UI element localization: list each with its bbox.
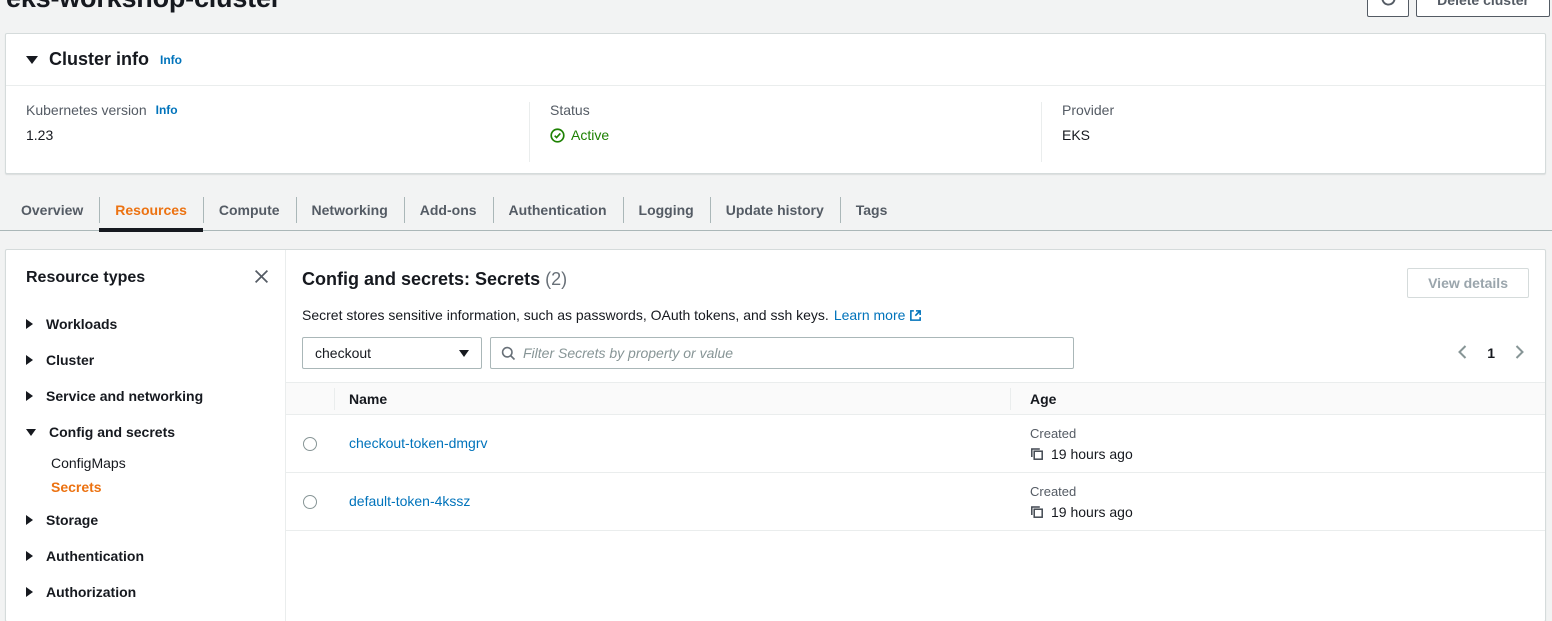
status-label: Status (550, 102, 1021, 118)
resource-types-title: Resource types (26, 269, 145, 287)
chevron-right-icon (26, 551, 33, 561)
resource-types-header: Resource types (26, 269, 269, 287)
current-page[interactable]: 1 (1487, 345, 1495, 361)
kubernetes-version-label: Kubernetes version Info (26, 102, 509, 118)
row-radio-button[interactable] (303, 495, 317, 509)
sidebar-item-configmaps[interactable]: ConfigMaps (51, 451, 269, 475)
header-actions: Delete cluster (1367, 0, 1550, 17)
cluster-info-title: Cluster info (49, 49, 149, 70)
chevron-right-icon (26, 319, 33, 329)
status-text: Active (571, 127, 609, 143)
cluster-info-body: Kubernetes version Info 1.23 Status Acti… (6, 86, 1545, 162)
refresh-icon (1380, 0, 1397, 10)
tab-compute[interactable]: Compute (203, 189, 296, 230)
close-icon (254, 269, 269, 287)
close-sidebar-button[interactable] (254, 269, 269, 287)
config-and-secrets-children: ConfigMaps Secrets (26, 450, 269, 502)
search-box (490, 337, 1074, 369)
copy-icon[interactable] (1030, 505, 1044, 519)
created-label: Created (1030, 426, 1545, 441)
kubernetes-version-field: Kubernetes version Info 1.23 (6, 102, 529, 162)
chevron-right-icon (26, 515, 33, 525)
table-row: default-token-4kssz Created 19 hours (286, 473, 1545, 531)
secret-name-link[interactable]: checkout-token-dmgrv (349, 435, 488, 451)
tab-tags[interactable]: Tags (840, 189, 904, 230)
name-column-header[interactable]: Name (334, 391, 1010, 407)
page-title: eks-workshop-cluster (6, 0, 281, 14)
status-active-icon (550, 128, 565, 143)
secrets-table: Name Age checkout-token-dmgrv Created (286, 382, 1545, 531)
secrets-count: (2) (545, 269, 567, 289)
resource-types-sidebar: Resource types Workloads Cluster (6, 250, 286, 621)
dropdown-selected-value: checkout (315, 345, 371, 361)
pagination: 1 (1457, 345, 1529, 362)
chevron-right-icon (26, 355, 33, 365)
age-column-header[interactable]: Age (1010, 391, 1545, 407)
sidebar-item-service-and-networking[interactable]: Service and networking (26, 378, 269, 414)
secrets-header-row: Config and secrets: Secrets (2) View det… (302, 268, 1529, 298)
created-label: Created (1030, 484, 1545, 499)
chevron-down-icon (26, 429, 36, 436)
external-link-icon (909, 309, 922, 325)
copy-icon[interactable] (1030, 447, 1044, 461)
cluster-tabs: Overview Resources Compute Networking Ad… (0, 189, 1552, 231)
row-radio-button[interactable] (303, 437, 317, 451)
tab-logging[interactable]: Logging (623, 189, 710, 230)
kubernetes-version-value: 1.23 (26, 127, 509, 143)
sidebar-item-authorization[interactable]: Authorization (26, 574, 269, 610)
age-value: 19 hours ago (1051, 504, 1133, 520)
provider-value: EKS (1062, 127, 1525, 143)
namespace-filter-dropdown[interactable]: checkout (302, 337, 482, 369)
chevron-right-icon (26, 391, 33, 401)
eks-console-page: eks-workshop-cluster Delete cluster Clus… (0, 0, 1552, 621)
chevron-right-icon (26, 587, 33, 597)
search-icon (501, 346, 516, 361)
sidebar-item-workloads[interactable]: Workloads (26, 306, 269, 342)
kubernetes-version-info-link[interactable]: Info (156, 103, 178, 117)
secrets-title: Config and secrets: Secrets (2) (302, 268, 567, 290)
tab-authentication[interactable]: Authentication (493, 189, 623, 230)
search-input[interactable] (523, 345, 1063, 361)
tab-networking[interactable]: Networking (296, 189, 404, 230)
next-page-button[interactable] (1514, 345, 1525, 362)
sidebar-item-config-and-secrets[interactable]: Config and secrets (26, 414, 269, 450)
sidebar-item-authentication[interactable]: Authentication (26, 538, 269, 574)
age-value: 19 hours ago (1051, 446, 1133, 462)
cluster-info-header[interactable]: Cluster info Info (6, 34, 1545, 86)
secrets-description: Secret stores sensitive information, suc… (302, 306, 1529, 327)
delete-cluster-button[interactable]: Delete cluster (1416, 0, 1550, 17)
status-field: Status Active (529, 102, 1041, 162)
view-details-button[interactable]: View details (1407, 268, 1529, 298)
chevron-right-icon (1514, 345, 1525, 362)
secret-name-link[interactable]: default-token-4kssz (349, 493, 470, 509)
table-row: checkout-token-dmgrv Created 19 hours (286, 415, 1545, 473)
sidebar-item-secrets[interactable]: Secrets (51, 475, 269, 499)
status-value: Active (550, 127, 1021, 143)
dropdown-caret-icon (459, 350, 469, 357)
provider-field: Provider EKS (1041, 102, 1545, 162)
provider-label: Provider (1062, 102, 1525, 118)
cluster-info-card: Cluster info Info Kubernetes version Inf… (5, 33, 1546, 174)
filter-row: checkout (302, 337, 1529, 369)
table-header: Name Age (286, 382, 1545, 415)
tab-update-history[interactable]: Update history (710, 189, 840, 230)
refresh-button[interactable] (1367, 0, 1409, 17)
sidebar-item-storage[interactable]: Storage (26, 502, 269, 538)
tab-resources[interactable]: Resources (99, 189, 203, 230)
resource-types-list: Workloads Cluster Service and networking… (26, 306, 269, 610)
tab-add-ons[interactable]: Add-ons (404, 189, 493, 230)
collapse-caret-icon (26, 56, 38, 64)
secrets-main-panel: Config and secrets: Secrets (2) View det… (286, 250, 1545, 621)
resources-panel: Resource types Workloads Cluster (5, 249, 1546, 621)
learn-more-link[interactable]: Learn more (834, 307, 923, 323)
sidebar-item-cluster[interactable]: Cluster (26, 342, 269, 378)
previous-page-button[interactable] (1457, 345, 1468, 362)
cluster-info-info-link[interactable]: Info (160, 53, 182, 67)
tab-overview[interactable]: Overview (5, 189, 99, 230)
chevron-left-icon (1457, 345, 1468, 362)
